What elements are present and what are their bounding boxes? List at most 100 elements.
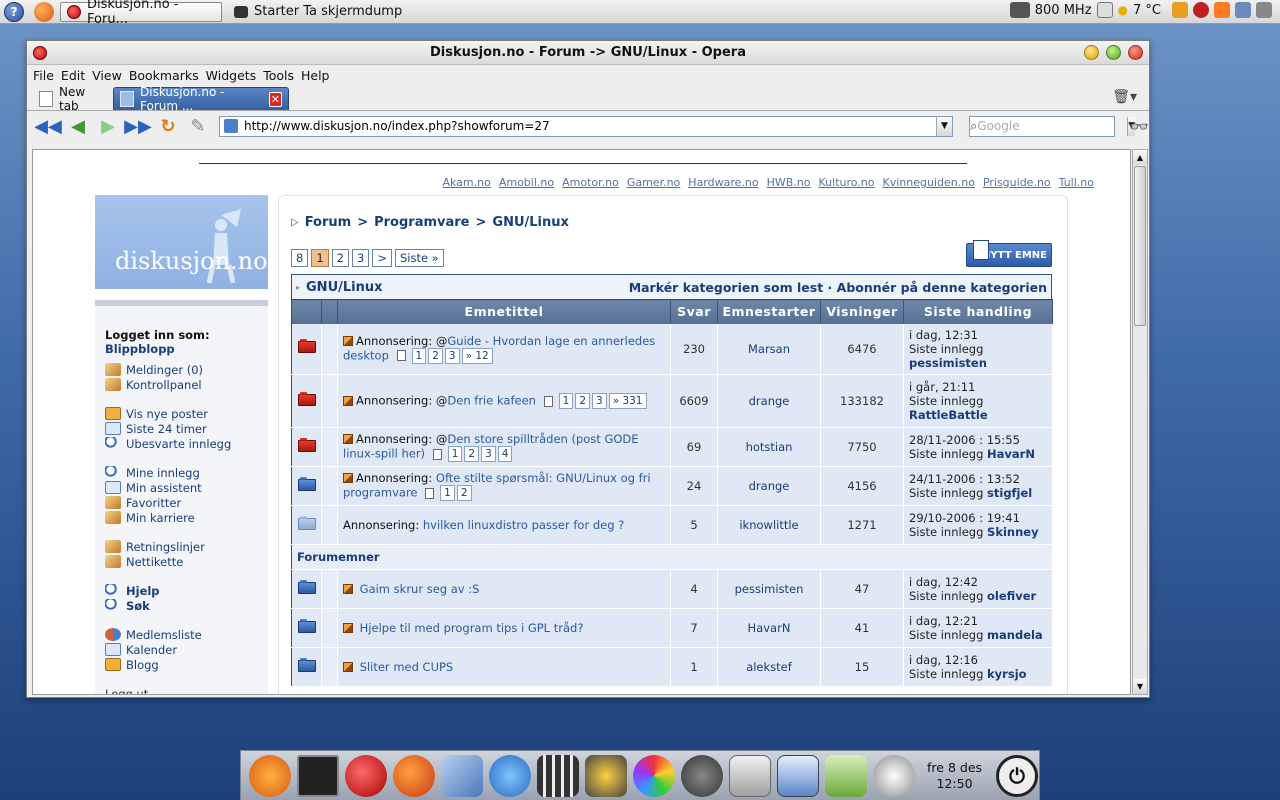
sidebar-item-control-panel[interactable]: Kontrollpanel [105,377,265,392]
tab-diskusjon[interactable]: Diskusjon.no - Forum ... ✕ [113,85,289,113]
site-logo[interactable]: diskusjon.no [95,195,268,289]
col-views[interactable]: Visninger [820,299,904,324]
window-icon[interactable] [777,754,819,797]
clock[interactable]: fre 8 des 12:50 [927,760,982,792]
topic-page-link[interactable]: 2 [428,347,443,364]
network-icon[interactable] [1096,2,1113,18]
last-user[interactable]: pessimisten [909,356,1047,370]
topic-page-link[interactable]: 3 [592,393,607,409]
link-amotor[interactable]: Amotor.no [562,176,619,189]
firefox-icon[interactable] [393,754,435,797]
address-bar[interactable]: ▼ [219,115,953,137]
menu-bookmarks[interactable]: Bookmarks [129,68,199,83]
maximize-button[interactable] [1106,45,1121,60]
game-icon[interactable] [585,754,627,797]
last-user[interactable]: RattleBattle [909,408,1047,422]
trash-icon[interactable] [825,754,867,797]
ubuntu-menu-icon[interactable] [34,1,54,22]
speaker-icon[interactable] [873,754,915,797]
menu-edit[interactable]: Edit [61,68,85,83]
picasa-icon[interactable] [633,754,675,797]
topic-starter[interactable]: pessimisten [717,569,821,609]
link-tull[interactable]: Tull.no [1059,176,1094,189]
sidebar-item-career[interactable]: Min karriere [105,510,265,525]
ubuntu-icon[interactable] [249,754,291,797]
last-user[interactable]: HavarN [987,447,1035,461]
sidebar-item-blog[interactable]: Blogg [105,657,265,672]
reload-icon[interactable]: ↻ [157,115,179,137]
page-link[interactable]: 2 [331,249,349,267]
display-icon[interactable] [1235,2,1251,18]
topic-link[interactable]: Sliter med CUPS [360,660,454,674]
close-tab-icon[interactable]: ✕ [268,91,282,107]
topic-page-link[interactable]: 1 [411,347,427,364]
opera-tray-icon[interactable] [1193,2,1209,18]
page-last[interactable]: Siste » [394,249,444,267]
topic-page-link[interactable]: » 12 [461,347,493,364]
sidebar-item-calendar[interactable]: Kalender [105,642,265,657]
topic-page-link[interactable]: » 331 [608,393,647,409]
last-post-link[interactable]: Siste innlegg [909,342,1047,356]
topic-starter[interactable]: hotstian [717,427,821,467]
messenger-icon[interactable] [489,754,531,797]
search-box[interactable]: ⌕ ▼ [969,115,1136,137]
col-replies[interactable]: Svar [670,299,718,324]
topic-link[interactable]: hvilken linuxdistro passer for deg ? [423,518,624,532]
scroll-up-icon[interactable]: ▲ [1133,150,1147,165]
link-gamer[interactable]: Gamer.no [627,176,680,189]
back-icon[interactable]: ◀ [67,115,89,137]
last-user[interactable]: Skinney [987,525,1039,539]
menu-view[interactable]: View [92,68,122,83]
sidebar-item-new-posts[interactable]: Vis nye poster [105,406,265,421]
topic-starter[interactable]: drange [717,466,821,506]
col-title[interactable]: Emnetittel [337,299,671,324]
tab-new[interactable]: New tab [33,85,109,113]
vertical-scrollbar[interactable]: ▲ ▼ [1132,149,1148,695]
last-user[interactable]: mandela [987,628,1043,642]
breadcrumb-gnu-linux[interactable]: GNU/Linux [492,215,569,230]
topic-starter[interactable]: alekstef [717,647,821,687]
topic-page-link[interactable]: 2 [456,485,472,501]
menu-file[interactable]: File [33,68,54,83]
link-kvinneguiden[interactable]: Kvinneguiden.no [883,176,975,189]
category-actions[interactable]: Markér kategorien som lest · Abonnér på … [629,280,1047,295]
trash-icon[interactable]: 🗑▾ [1112,89,1137,105]
calculator-icon[interactable] [729,754,771,797]
forward-icon[interactable]: ▶ [97,115,119,137]
glasses-icon[interactable]: 👓 [1129,117,1149,136]
sidebar-item-search[interactable]: Søk [105,598,265,613]
page-link[interactable]: 3 [351,249,370,267]
page-next[interactable]: > [372,249,392,267]
sidebar-item-last-24h[interactable]: Siste 24 timer [105,421,265,436]
menu-widgets[interactable]: Widgets [206,68,257,83]
chevron-down-icon[interactable]: ▼ [936,116,952,136]
taskbar-item-screenshot[interactable]: Starter Ta skjermdump [228,2,408,22]
link-akam[interactable]: Akam.no [442,176,490,189]
topic-starter[interactable]: iknowlittle [717,505,821,545]
sidebar-item-members[interactable]: Medlemsliste [105,627,265,642]
link-prisguide[interactable]: Prisguide.no [983,176,1051,189]
last-post-link[interactable]: Siste innlegg [909,628,983,642]
volume-icon[interactable] [1256,2,1272,18]
gimp-icon[interactable] [681,754,723,797]
link-kulturo[interactable]: Kulturo.no [819,176,875,189]
last-post-link[interactable]: Siste innlegg [909,667,983,681]
topic-link[interactable]: Hjelpe til med program tips i GPL tråd? [360,621,584,635]
sidebar-item-my-posts[interactable]: Mine innlegg [105,465,265,480]
scroll-down-icon[interactable]: ▼ [1133,679,1147,694]
sidebar-item-netiquette[interactable]: Nettikette [105,554,265,569]
sidebar-item-messages[interactable]: Meldinger (0) [105,362,265,377]
last-user[interactable]: kyrsjo [987,667,1027,681]
topic-starter[interactable]: Marsan [717,323,821,375]
logout-link[interactable]: Logg ut [105,686,265,695]
sidebar-item-unanswered[interactable]: Ubesvarte innlegg [105,436,265,451]
last-post-link[interactable]: Siste innlegg [909,486,983,500]
topic-page-link[interactable]: 3 [481,446,496,462]
minimize-button[interactable] [1084,45,1099,60]
new-topic-button[interactable]: NYTT EMNE [966,240,1052,267]
power-icon[interactable]: ⏻ [996,754,1039,797]
topic-page-link[interactable]: 2 [575,393,590,409]
topic-link[interactable]: Den frie kafeen [447,394,536,408]
taskbar-item-opera[interactable]: Diskusjon.no - Foru... [60,0,222,27]
page-count[interactable]: 8 [291,249,309,267]
